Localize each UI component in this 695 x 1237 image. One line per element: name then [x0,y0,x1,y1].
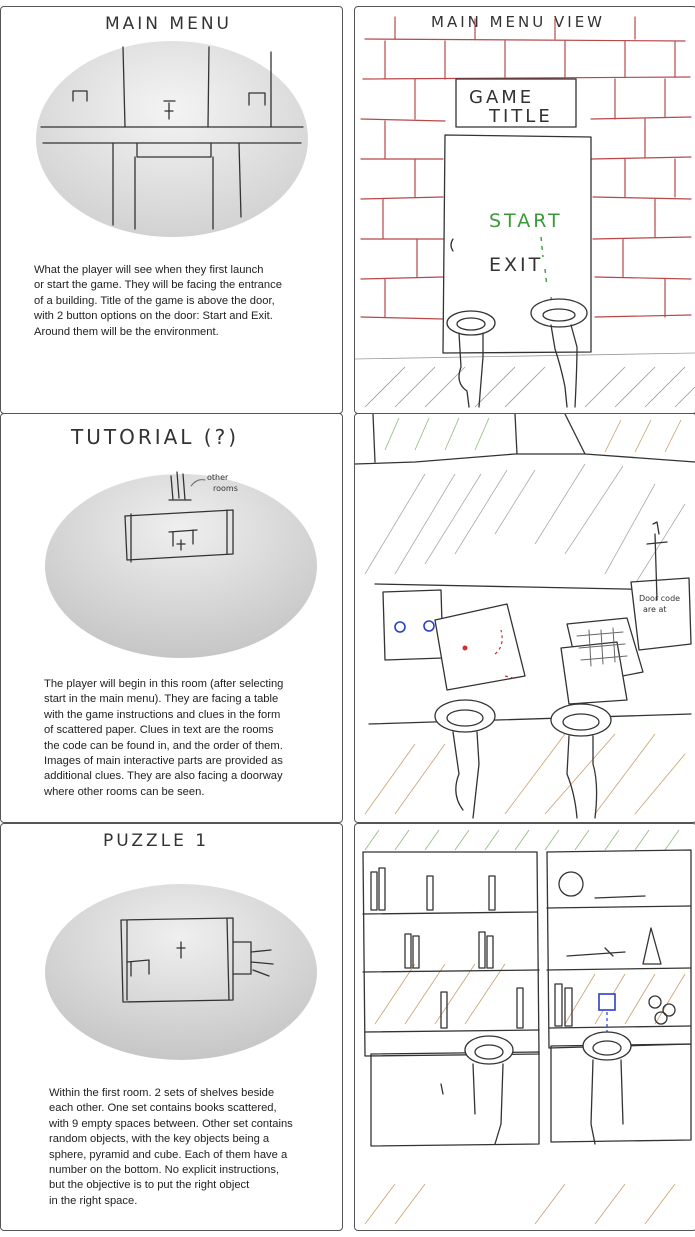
panel-main-menu-view: MAIN MENU VIEW GAME TITLE START EXIT [354,6,695,414]
shelf-item [566,947,626,957]
floor-hatching [355,352,695,408]
right-controller [530,298,588,408]
scene-ellipse [45,884,317,1060]
panel-main-menu: MAIN MENU What the player will see when … [0,6,343,414]
main-menu-description: What the player will see when they first… [34,264,282,338]
note-line1: Door code [639,594,680,603]
books [370,867,573,1029]
door-handle [450,238,454,252]
puzzle-1-title: PUZZLE 1 [103,831,209,851]
scroll-pile [648,995,676,1025]
cube-object [598,993,616,1011]
panel-puzzle-1-view [354,823,695,1231]
shelf-item [594,895,646,899]
panel-puzzle-1: PUZZLE 1 Within the first room. 2 sets o… [0,823,343,1231]
main-menu-title: MAIN MENU [105,14,232,34]
pyramid-object [642,927,662,965]
tutorial-description: The player will begin in this room (afte… [44,678,284,798]
lower-cabinets [370,1043,692,1147]
panel-tutorial: TUTORIAL (?) other rooms The player will… [0,413,343,823]
game-title-line2: TITLE [488,106,553,127]
exit-button[interactable]: EXIT [489,254,543,276]
main-menu-view-title: MAIN MENU VIEW [431,13,605,31]
left-controller [446,310,496,408]
start-button[interactable]: START [489,210,563,232]
bookshelf-left [362,851,540,1057]
other-rooms-note-line1: other [207,473,229,482]
wall-hatching [384,417,682,453]
sphere-object [558,871,584,897]
puzzle-1-description: Within the first room. 2 sets of shelves… [49,1087,293,1207]
game-title-line1: GAME [469,87,534,108]
left-controller [464,1035,514,1145]
right-controller [582,1031,632,1145]
main-menu-view-scene: MAIN MENU VIEW GAME TITLE START EXIT [355,13,695,408]
tutorial-title: TUTORIAL (?) [70,425,239,449]
scene-ellipse [45,474,317,658]
right-controller [550,703,612,819]
panel-tutorial-view: Door code are at [354,413,695,823]
tutorial-view-scene: Door code are at [355,414,695,819]
other-rooms-note-line2: rooms [213,484,238,493]
doorway [372,414,586,463]
note-line2: are at [643,605,667,614]
red-highlight [462,645,468,651]
puzzle-1-view-scene [362,829,692,1225]
wall-line [355,453,695,465]
main-menu-scene: MAIN MENU [36,14,308,237]
left-controller [434,699,496,819]
scene-ellipse [36,41,308,237]
